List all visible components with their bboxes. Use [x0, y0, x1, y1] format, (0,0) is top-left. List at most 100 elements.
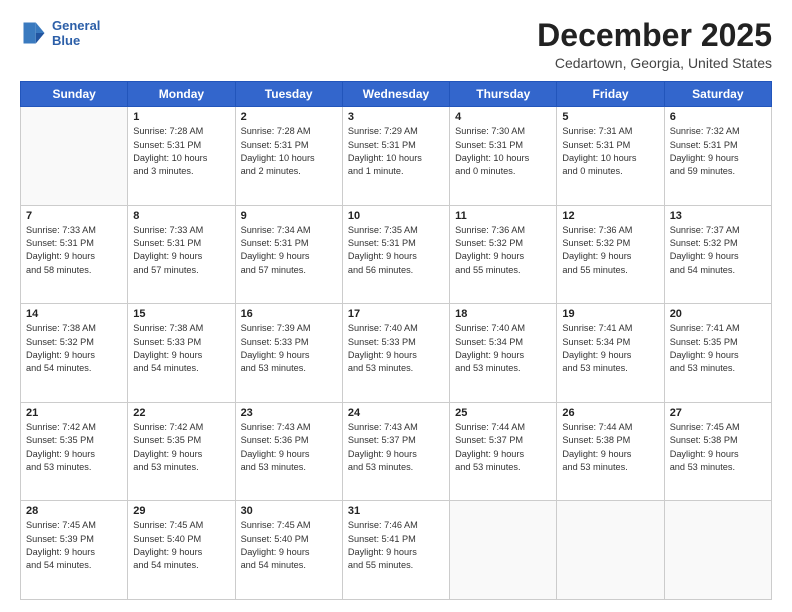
- calendar-cell: 24 Sunrise: 7:43 AMSunset: 5:37 PMDayligh…: [342, 402, 449, 501]
- cell-info: Sunrise: 7:41 AMSunset: 5:34 PMDaylight:…: [562, 322, 658, 375]
- day-number: 27: [670, 407, 766, 419]
- page: General Blue December 2025 Cedartown, Ge…: [0, 0, 792, 612]
- day-number: 6: [670, 111, 766, 123]
- calendar-week-2: 7 Sunrise: 7:33 AMSunset: 5:31 PMDaylight…: [21, 205, 772, 304]
- cell-info: Sunrise: 7:33 AMSunset: 5:31 PMDaylight:…: [133, 224, 229, 277]
- subtitle: Cedartown, Georgia, United States: [537, 55, 772, 71]
- day-number: 17: [348, 308, 444, 320]
- day-number: 11: [455, 210, 551, 222]
- calendar-header-row: SundayMondayTuesdayWednesdayThursdayFrid…: [21, 82, 772, 107]
- cell-info: Sunrise: 7:33 AMSunset: 5:31 PMDaylight:…: [26, 224, 122, 277]
- cell-info: Sunrise: 7:42 AMSunset: 5:35 PMDaylight:…: [133, 421, 229, 474]
- logo-text: General Blue: [52, 18, 100, 48]
- day-number: 3: [348, 111, 444, 123]
- calendar-cell: 7 Sunrise: 7:33 AMSunset: 5:31 PMDaylight…: [21, 205, 128, 304]
- calendar-cell: 11 Sunrise: 7:36 AMSunset: 5:32 PMDayligh…: [450, 205, 557, 304]
- calendar-cell: 18Sunrise: 7:40 AMSunset: 5:34 PMDayligh…: [450, 304, 557, 403]
- day-number: 28: [26, 505, 122, 517]
- calendar-cell: 28 Sunrise: 7:45 AMSunset: 5:39 PMDayligh…: [21, 501, 128, 600]
- calendar-cell: 4Sunrise: 7:30 AMSunset: 5:31 PMDaylight…: [450, 107, 557, 206]
- calendar-cell: [557, 501, 664, 600]
- calendar-cell: 8 Sunrise: 7:33 AMSunset: 5:31 PMDaylight…: [128, 205, 235, 304]
- cell-info: Sunrise: 7:41 AMSunset: 5:35 PMDaylight:…: [670, 322, 766, 375]
- calendar-week-1: 1Sunrise: 7:28 AMSunset: 5:31 PMDaylight…: [21, 107, 772, 206]
- calendar-week-5: 28 Sunrise: 7:45 AMSunset: 5:39 PMDayligh…: [21, 501, 772, 600]
- calendar-cell: [450, 501, 557, 600]
- calendar-cell: 22Sunrise: 7:42 AMSunset: 5:35 PMDayligh…: [128, 402, 235, 501]
- cell-info: Sunrise: 7:43 AMSunset: 5:37 PMDaylight:…: [348, 421, 444, 474]
- calendar-cell: 1Sunrise: 7:28 AMSunset: 5:31 PMDaylight…: [128, 107, 235, 206]
- day-number: 13: [670, 210, 766, 222]
- calendar-cell: [21, 107, 128, 206]
- cell-info: Sunrise: 7:40 AMSunset: 5:33 PMDaylight:…: [348, 322, 444, 375]
- calendar-cell: 26Sunrise: 7:44 AMSunset: 5:38 PMDayligh…: [557, 402, 664, 501]
- calendar-cell: 14 Sunrise: 7:38 AMSunset: 5:32 PMDayligh…: [21, 304, 128, 403]
- cell-info: Sunrise: 7:45 AMSunset: 5:39 PMDaylight:…: [26, 519, 122, 572]
- calendar-cell: 23 Sunrise: 7:43 AMSunset: 5:36 PMDayligh…: [235, 402, 342, 501]
- day-number: 1: [133, 111, 229, 123]
- calendar-cell: 5 Sunrise: 7:31 AMSunset: 5:31 PMDaylight…: [557, 107, 664, 206]
- cell-info: Sunrise: 7:46 AMSunset: 5:41 PMDaylight:…: [348, 519, 444, 572]
- day-number: 24: [348, 407, 444, 419]
- calendar-table: SundayMondayTuesdayWednesdayThursdayFrid…: [20, 81, 772, 600]
- day-number: 9: [241, 210, 337, 222]
- calendar-cell: 10 Sunrise: 7:35 AMSunset: 5:31 PMDayligh…: [342, 205, 449, 304]
- calendar-cell: 3 Sunrise: 7:29 AMSunset: 5:31 PMDaylight…: [342, 107, 449, 206]
- cell-info: Sunrise: 7:29 AMSunset: 5:31 PMDaylight:…: [348, 125, 444, 178]
- logo: General Blue: [20, 18, 100, 48]
- day-number: 21: [26, 407, 122, 419]
- day-number: 5: [562, 111, 658, 123]
- cell-info: Sunrise: 7:45 AMSunset: 5:40 PMDaylight:…: [133, 519, 229, 572]
- day-header-saturday: Saturday: [664, 82, 771, 107]
- cell-info: Sunrise: 7:36 AMSunset: 5:32 PMDaylight:…: [562, 224, 658, 277]
- cell-info: Sunrise: 7:31 AMSunset: 5:31 PMDaylight:…: [562, 125, 658, 178]
- cell-info: Sunrise: 7:38 AMSunset: 5:32 PMDaylight:…: [26, 322, 122, 375]
- day-number: 15: [133, 308, 229, 320]
- calendar-cell: 21 Sunrise: 7:42 AMSunset: 5:35 PMDayligh…: [21, 402, 128, 501]
- day-header-wednesday: Wednesday: [342, 82, 449, 107]
- day-number: 7: [26, 210, 122, 222]
- cell-info: Sunrise: 7:30 AMSunset: 5:31 PMDaylight:…: [455, 125, 551, 178]
- day-number: 23: [241, 407, 337, 419]
- cell-info: Sunrise: 7:45 AMSunset: 5:38 PMDaylight:…: [670, 421, 766, 474]
- day-number: 8: [133, 210, 229, 222]
- cell-info: Sunrise: 7:45 AMSunset: 5:40 PMDaylight:…: [241, 519, 337, 572]
- day-number: 30: [241, 505, 337, 517]
- day-number: 20: [670, 308, 766, 320]
- day-number: 12: [562, 210, 658, 222]
- day-number: 31: [348, 505, 444, 517]
- calendar-cell: 25 Sunrise: 7:44 AMSunset: 5:37 PMDayligh…: [450, 402, 557, 501]
- day-number: 29: [133, 505, 229, 517]
- day-number: 16: [241, 308, 337, 320]
- day-number: 2: [241, 111, 337, 123]
- calendar-cell: 16Sunrise: 7:39 AMSunset: 5:33 PMDayligh…: [235, 304, 342, 403]
- day-number: 14: [26, 308, 122, 320]
- cell-info: Sunrise: 7:44 AMSunset: 5:37 PMDaylight:…: [455, 421, 551, 474]
- cell-info: Sunrise: 7:43 AMSunset: 5:36 PMDaylight:…: [241, 421, 337, 474]
- calendar-week-4: 21 Sunrise: 7:42 AMSunset: 5:35 PMDayligh…: [21, 402, 772, 501]
- calendar-cell: 30 Sunrise: 7:45 AMSunset: 5:40 PMDayligh…: [235, 501, 342, 600]
- calendar-cell: 31 Sunrise: 7:46 AMSunset: 5:41 PMDayligh…: [342, 501, 449, 600]
- calendar-cell: 15 Sunrise: 7:38 AMSunset: 5:33 PMDayligh…: [128, 304, 235, 403]
- calendar-cell: 27 Sunrise: 7:45 AMSunset: 5:38 PMDayligh…: [664, 402, 771, 501]
- day-number: 10: [348, 210, 444, 222]
- cell-info: Sunrise: 7:32 AMSunset: 5:31 PMDaylight:…: [670, 125, 766, 178]
- calendar-cell: 6 Sunrise: 7:32 AMSunset: 5:31 PMDaylight…: [664, 107, 771, 206]
- day-header-thursday: Thursday: [450, 82, 557, 107]
- cell-info: Sunrise: 7:38 AMSunset: 5:33 PMDaylight:…: [133, 322, 229, 375]
- cell-info: Sunrise: 7:42 AMSunset: 5:35 PMDaylight:…: [26, 421, 122, 474]
- cell-info: Sunrise: 7:35 AMSunset: 5:31 PMDaylight:…: [348, 224, 444, 277]
- calendar-cell: [664, 501, 771, 600]
- title-block: December 2025 Cedartown, Georgia, United…: [537, 18, 772, 71]
- cell-info: Sunrise: 7:36 AMSunset: 5:32 PMDaylight:…: [455, 224, 551, 277]
- day-number: 18: [455, 308, 551, 320]
- day-number: 26: [562, 407, 658, 419]
- logo-icon: [20, 19, 48, 47]
- calendar-cell: 2Sunrise: 7:28 AMSunset: 5:31 PMDaylight…: [235, 107, 342, 206]
- calendar-cell: 20 Sunrise: 7:41 AMSunset: 5:35 PMDayligh…: [664, 304, 771, 403]
- calendar-cell: 29 Sunrise: 7:45 AMSunset: 5:40 PMDayligh…: [128, 501, 235, 600]
- day-header-tuesday: Tuesday: [235, 82, 342, 107]
- day-number: 25: [455, 407, 551, 419]
- cell-info: Sunrise: 7:34 AMSunset: 5:31 PMDaylight:…: [241, 224, 337, 277]
- calendar-cell: 9 Sunrise: 7:34 AMSunset: 5:31 PMDaylight…: [235, 205, 342, 304]
